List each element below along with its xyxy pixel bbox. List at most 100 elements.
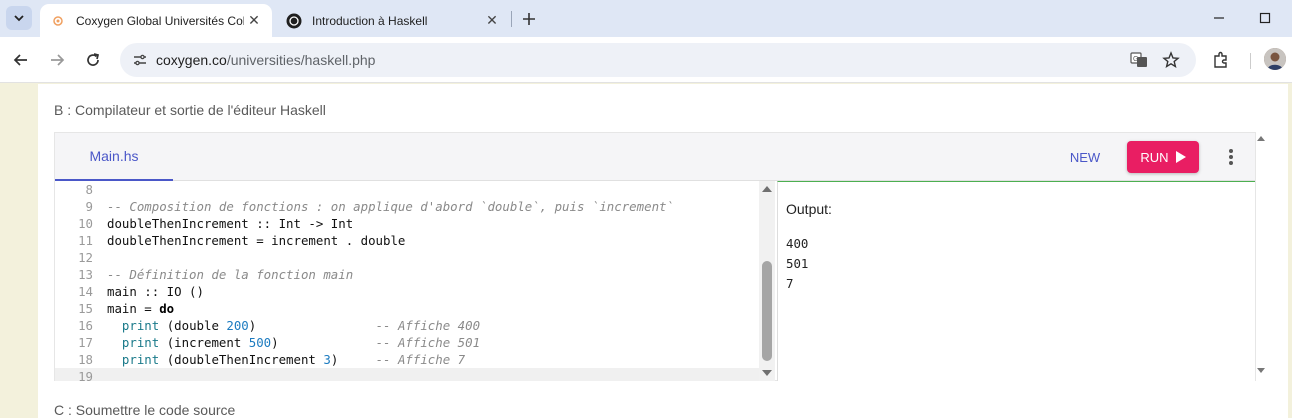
maximize-icon xyxy=(1259,12,1271,24)
output-line: 501 xyxy=(786,256,809,271)
tab-strip: Coxygen Global Universités Col ✕ Introdu… xyxy=(0,0,1292,37)
arrow-right-icon xyxy=(51,54,65,66)
code-line: 18 print (doubleThenIncrement 3) -- Affi… xyxy=(55,351,759,368)
minimize-button[interactable] xyxy=(1204,6,1234,30)
file-tab-main[interactable]: Main.hs xyxy=(55,133,173,181)
code-token: ) xyxy=(271,335,376,350)
tab-search-button[interactable] xyxy=(6,6,32,30)
code-token: ) xyxy=(330,352,376,367)
run-button[interactable]: RUN xyxy=(1127,141,1199,173)
code-token: (increment xyxy=(159,335,249,350)
output-line: 7 xyxy=(786,276,794,291)
code-token: 500 xyxy=(248,335,272,350)
code-token: -- Affiche 501 xyxy=(375,335,481,350)
gutter xyxy=(93,198,107,215)
code-token: print xyxy=(121,335,160,350)
scroll-down-arrow-icon[interactable] xyxy=(762,370,772,376)
code-scrollbar[interactable] xyxy=(759,181,775,381)
code-token: main = xyxy=(107,301,160,316)
browser-tab-active[interactable]: Coxygen Global Universités Col ✕ xyxy=(40,4,272,37)
new-button[interactable]: NEW xyxy=(1060,143,1110,171)
code-lines: 8 9 -- Composition de fonctions : on appli… xyxy=(55,181,759,381)
code-token: -- Composition de fonctions : on appliqu… xyxy=(107,199,674,214)
gutter xyxy=(93,300,107,317)
code-token: 3 xyxy=(323,352,331,367)
close-tab-icon[interactable]: ✕ xyxy=(244,11,264,31)
reload-button[interactable] xyxy=(80,47,106,73)
code-line: 8 xyxy=(55,181,759,198)
extensions-button[interactable] xyxy=(1208,47,1234,73)
scroll-up-arrow-icon[interactable] xyxy=(762,186,772,192)
line-number: 19 xyxy=(78,369,93,381)
tab-title: Introduction à Haskell xyxy=(312,13,428,28)
line-number: 11 xyxy=(78,233,93,248)
page-scrollbar[interactable] xyxy=(1256,132,1268,382)
puzzle-icon xyxy=(1214,51,1227,68)
code-editor[interactable]: 8 9 -- Composition de fonctions : on appli… xyxy=(55,181,759,381)
gutter xyxy=(93,283,107,300)
gutter xyxy=(93,317,107,334)
line-number: 12 xyxy=(78,250,93,265)
page-scroll-down-icon[interactable] xyxy=(1257,368,1265,373)
translate-icon[interactable]: G xyxy=(1128,49,1150,71)
code-line: 16 print (double 200) -- Affiche 400 xyxy=(55,317,759,334)
coxygen-favicon-icon xyxy=(50,13,66,29)
minimize-icon xyxy=(1214,17,1224,19)
code-token: print xyxy=(121,318,160,333)
tab-title: Coxygen Global Universités Col xyxy=(76,13,244,28)
scrollbar-thumb[interactable] xyxy=(762,261,772,361)
back-button[interactable] xyxy=(8,47,34,73)
page-content: B : Compilateur et sortie de l'éditeur H… xyxy=(38,84,1288,418)
code-line: 10 doubleThenIncrement :: Int -> Int xyxy=(55,215,759,232)
address-bar[interactable]: coxygen.co/universities/haskell.php G xyxy=(120,43,1196,77)
gutter xyxy=(93,334,107,351)
haskell-editor-panel: Main.hs NEW RUN 8 9 -- Composition de fonc… xyxy=(54,132,1256,381)
chevron-down-icon xyxy=(14,15,24,22)
gutter xyxy=(93,368,107,381)
close-tab-icon[interactable]: ✕ xyxy=(482,11,502,31)
code-line: 12 xyxy=(55,249,759,266)
line-number: 14 xyxy=(78,284,93,299)
code-line: 13 -- Définition de la fonction main xyxy=(55,266,759,283)
code-token: (doubleThenIncrement xyxy=(159,352,324,367)
line-number: 8 xyxy=(85,182,93,197)
gutter xyxy=(93,249,107,266)
more-options-button[interactable] xyxy=(1219,145,1243,169)
run-button-label: RUN xyxy=(1140,149,1169,165)
gutter xyxy=(93,181,107,198)
output-lines: 400 501 7 xyxy=(786,234,808,294)
plus-icon xyxy=(523,13,535,25)
browser-toolbar: coxygen.co/universities/haskell.php G xyxy=(0,37,1292,83)
code-line: 9 -- Composition de fonctions : on appliq… xyxy=(55,198,759,215)
output-panel: Output: 400 501 7 xyxy=(777,181,1255,381)
maximize-button[interactable] xyxy=(1250,6,1280,30)
code-line: 14 main :: IO () xyxy=(55,283,759,300)
page-scroll-up-icon[interactable] xyxy=(1257,136,1265,141)
gutter xyxy=(93,232,107,249)
code-token: ) xyxy=(248,318,376,333)
toolbar-divider xyxy=(1250,53,1251,69)
code-line: 15 main = do xyxy=(55,300,759,317)
profile-avatar[interactable] xyxy=(1264,48,1286,70)
code-line: 11 doubleThenIncrement = increment . doub… xyxy=(55,232,759,249)
code-token: -- Affiche 400 xyxy=(375,318,481,333)
bookmark-star-icon[interactable] xyxy=(1160,49,1182,71)
site-settings-icon[interactable] xyxy=(128,48,152,72)
new-tab-button[interactable] xyxy=(518,8,540,30)
reload-icon xyxy=(87,53,100,66)
forward-button[interactable] xyxy=(44,47,70,73)
url-host: coxygen.co xyxy=(156,52,227,68)
browser-tab-inactive[interactable]: Introduction à Haskell ✕ xyxy=(276,4,510,37)
line-number: 9 xyxy=(85,199,93,214)
code-line: 19 xyxy=(55,368,759,381)
line-number: 10 xyxy=(78,216,93,231)
play-icon xyxy=(1175,151,1186,163)
line-number: 13 xyxy=(78,267,93,282)
output-label: Output: xyxy=(786,201,832,217)
gutter xyxy=(93,266,107,283)
url-text: coxygen.co/universities/haskell.php xyxy=(156,52,375,68)
line-number: 18 xyxy=(78,352,93,367)
section-b-title: B : Compilateur et sortie de l'éditeur H… xyxy=(54,102,326,118)
